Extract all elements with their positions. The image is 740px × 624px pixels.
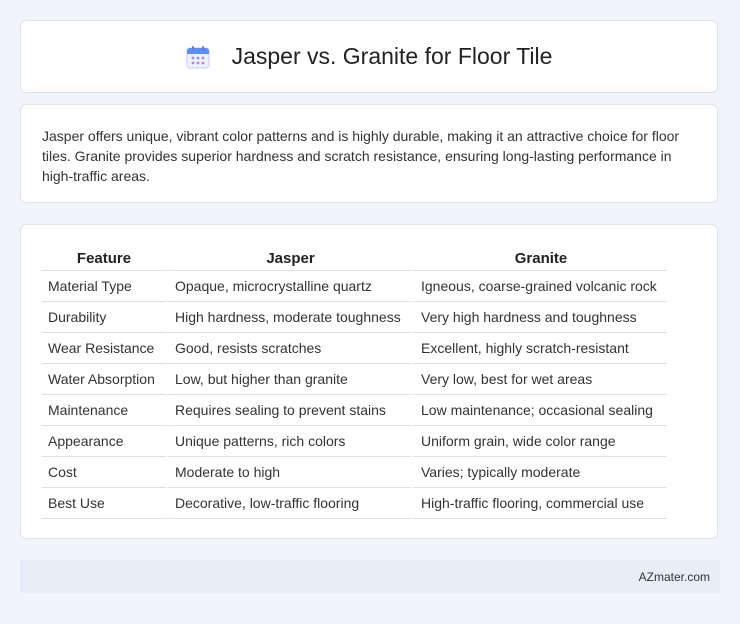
jasper-cell: Low, but higher than granite bbox=[166, 364, 412, 395]
granite-cell: Low maintenance; occasional sealing bbox=[412, 395, 667, 426]
granite-cell: Uniform grain, wide color range bbox=[412, 426, 667, 457]
table-row: Best Use Decorative, low-traffic floorin… bbox=[42, 488, 667, 519]
table-row: Appearance Unique patterns, rich colors … bbox=[42, 426, 667, 457]
jasper-cell: Decorative, low-traffic flooring bbox=[166, 488, 412, 519]
granite-cell: Very high hardness and toughness bbox=[412, 302, 667, 333]
jasper-cell: Moderate to high bbox=[166, 457, 412, 488]
table-row: Durability High hardness, moderate tough… bbox=[42, 302, 667, 333]
table-row: Material Type Opaque, microcrystalline q… bbox=[42, 271, 667, 302]
jasper-cell: Good, resists scratches bbox=[166, 333, 412, 364]
granite-cell: High-traffic flooring, commercial use bbox=[412, 488, 667, 519]
feature-cell: Wear Resistance bbox=[42, 333, 166, 364]
title-card: Jasper vs. Granite for Floor Tile bbox=[20, 20, 718, 93]
footer-brand: AZmater.com bbox=[638, 569, 710, 584]
feature-cell: Cost bbox=[42, 457, 166, 488]
table-row: Water Absorption Low, but higher than gr… bbox=[42, 364, 667, 395]
summary-text: Jasper offers unique, vibrant color patt… bbox=[42, 128, 680, 184]
feature-cell: Maintenance bbox=[42, 395, 166, 426]
table-row: Cost Moderate to high Varies; typically … bbox=[42, 457, 667, 488]
granite-cell: Excellent, highly scratch-resistant bbox=[412, 333, 667, 364]
header-feature: Feature bbox=[42, 247, 166, 271]
feature-cell: Appearance bbox=[42, 426, 166, 457]
comparison-card: Feature Jasper Granite Material Type Opa… bbox=[20, 224, 718, 539]
footer-bar: AZmater.com bbox=[20, 560, 720, 593]
page-title: Jasper vs. Granite for Floor Tile bbox=[231, 43, 553, 69]
jasper-cell: High hardness, moderate toughness bbox=[166, 302, 412, 333]
comparison-table: Feature Jasper Granite Material Type Opa… bbox=[42, 247, 667, 519]
jasper-cell: Opaque, microcrystalline quartz bbox=[166, 271, 412, 302]
table-row: Maintenance Requires sealing to prevent … bbox=[42, 395, 667, 426]
granite-cell: Very low, best for wet areas bbox=[412, 364, 667, 395]
feature-cell: Best Use bbox=[42, 488, 166, 519]
granite-cell: Varies; typically moderate bbox=[412, 457, 667, 488]
header-granite: Granite bbox=[412, 247, 667, 271]
jasper-cell: Unique patterns, rich colors bbox=[166, 426, 412, 457]
calendar-icon bbox=[186, 45, 210, 69]
table-header-row: Feature Jasper Granite bbox=[42, 247, 667, 271]
summary-card: Jasper offers unique, vibrant color patt… bbox=[20, 104, 718, 203]
feature-cell: Water Absorption bbox=[42, 364, 166, 395]
feature-cell: Durability bbox=[42, 302, 166, 333]
feature-cell: Material Type bbox=[42, 271, 166, 302]
jasper-cell: Requires sealing to prevent stains bbox=[166, 395, 412, 426]
table-row: Wear Resistance Good, resists scratches … bbox=[42, 333, 667, 364]
granite-cell: Igneous, coarse-grained volcanic rock bbox=[412, 271, 667, 302]
header-jasper: Jasper bbox=[166, 247, 412, 271]
